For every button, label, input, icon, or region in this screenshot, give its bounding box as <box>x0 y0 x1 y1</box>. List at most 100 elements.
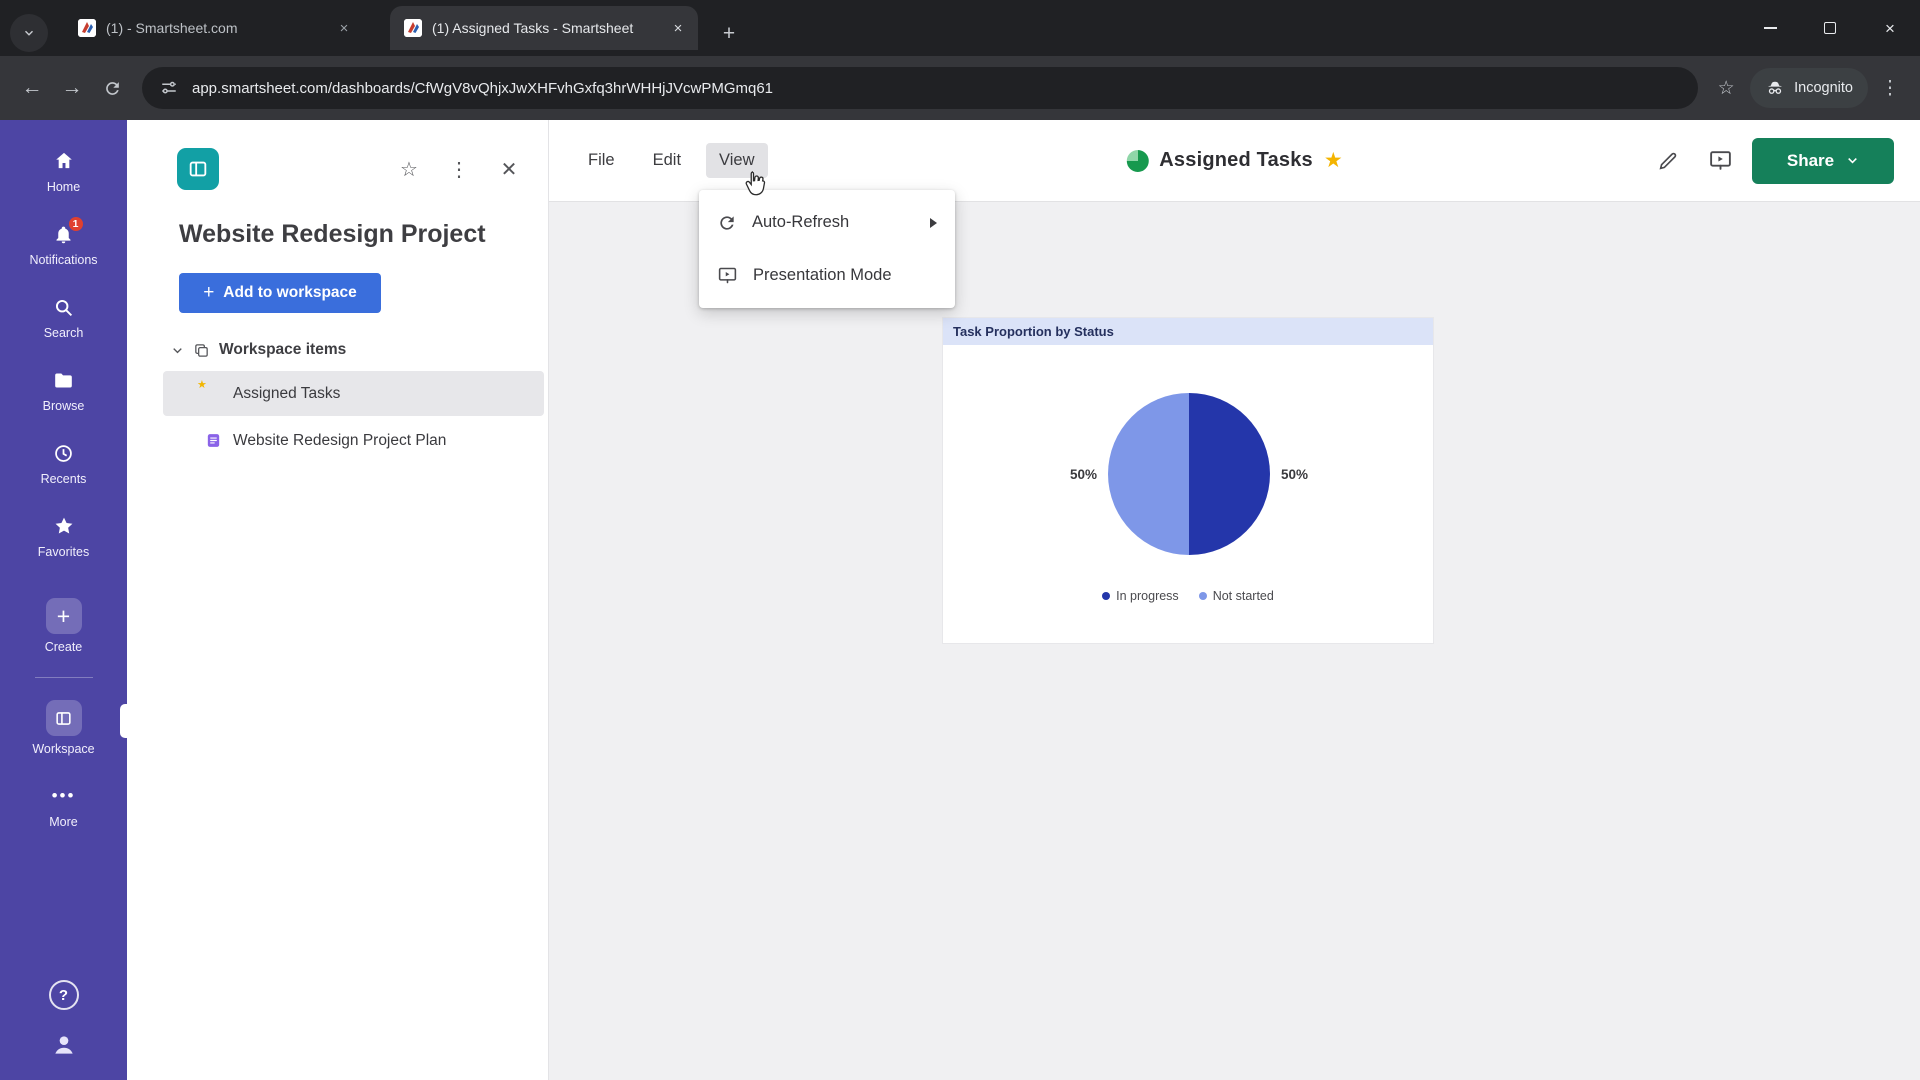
incognito-label: Incognito <box>1794 80 1853 96</box>
workspace-item-assigned-tasks[interactable]: ★ Assigned Tasks <box>163 371 544 416</box>
window-close-button[interactable]: × <box>1860 0 1920 56</box>
mouse-cursor <box>742 170 768 198</box>
sidebar-item-label: Search <box>44 326 84 340</box>
legend-item: In progress <box>1102 589 1179 603</box>
browser-tab-active[interactable]: (1) Assigned Tasks - Smartsheet × <box>390 6 698 50</box>
sidebar-item-label: Home <box>47 180 80 194</box>
share-button[interactable]: Share <box>1752 138 1894 184</box>
workspace-title: Website Redesign Project <box>127 190 548 249</box>
sidebar-item-create[interactable]: + Create <box>0 590 127 662</box>
rail-divider <box>35 677 93 678</box>
notification-badge: 1 <box>68 216 84 232</box>
sidebar-item-search[interactable]: Search <box>0 286 127 348</box>
dashboard-icon: ★ <box>205 385 222 402</box>
workspace-panel: ☆ ⋮ ✕ Website Redesign Project + Add to … <box>127 120 549 1080</box>
more-dots-icon: ••• <box>51 783 77 809</box>
sheet-icon <box>205 432 222 449</box>
workspace-items-section[interactable]: Workspace items <box>127 341 548 359</box>
workspace-items-label: Workspace items <box>219 341 346 359</box>
site-info-icon[interactable] <box>160 79 178 97</box>
menu-item-label: Presentation Mode <box>753 266 892 285</box>
stacked-items-icon <box>193 342 210 359</box>
presentation-icon <box>1708 148 1733 173</box>
incognito-badge: Incognito <box>1750 68 1868 108</box>
sidebar-item-label: Browse <box>43 399 85 413</box>
smartsheet-favicon-icon <box>78 19 96 37</box>
url-bar[interactable]: app.smartsheet.com/dashboards/CfWgV8vQhj… <box>142 67 1698 109</box>
reload-button[interactable] <box>92 68 132 108</box>
workspace-item-label: Website Redesign Project Plan <box>233 432 446 450</box>
clock-icon <box>51 440 77 466</box>
legend-dot-in-progress <box>1102 592 1110 600</box>
browser-menu-button[interactable]: ⋮ <box>1872 68 1908 108</box>
url-text: app.smartsheet.com/dashboards/CfWgV8vQhj… <box>192 80 773 97</box>
sidebar-item-home[interactable]: Home <box>0 140 127 202</box>
bookmark-star-button[interactable]: ☆ <box>1706 68 1746 108</box>
menubar: File Edit View <box>575 143 768 178</box>
star-icon <box>51 513 77 539</box>
sidebar-item-more[interactable]: ••• More <box>0 775 127 837</box>
tab-close-icon[interactable]: × <box>668 18 688 38</box>
menu-file[interactable]: File <box>575 143 628 178</box>
back-button[interactable]: ← <box>12 68 52 108</box>
favorited-star-icon[interactable]: ★ <box>1324 148 1343 173</box>
share-label: Share <box>1787 151 1834 171</box>
window-minimize-button[interactable] <box>1740 0 1800 56</box>
sidebar-item-label: Create <box>45 640 83 654</box>
workspace-item-project-plan[interactable]: Website Redesign Project Plan <box>163 418 544 463</box>
tab-title: (1) - Smartsheet.com <box>106 20 324 36</box>
dashboard-content: Task Proportion by Status 50% 50% In pro… <box>549 202 1920 1080</box>
workspace-icon <box>46 700 82 736</box>
edit-pencil-button[interactable] <box>1648 141 1688 181</box>
sidebar-item-label: Notifications <box>29 253 97 267</box>
sidebar-item-label: Workspace <box>32 742 94 756</box>
sidebar-item-label: Favorites <box>38 545 89 559</box>
new-tab-button[interactable]: + <box>712 17 746 51</box>
sidebar-item-label: Recents <box>41 472 87 486</box>
add-to-workspace-button[interactable]: + Add to workspace <box>179 273 381 313</box>
legend-label: In progress <box>1116 589 1179 603</box>
legend-item: Not started <box>1199 589 1274 603</box>
forward-button[interactable]: → <box>52 68 92 108</box>
maximize-icon <box>1824 22 1836 34</box>
browser-tab-inactive[interactable]: (1) - Smartsheet.com × <box>64 6 364 50</box>
home-icon <box>51 148 77 174</box>
search-icon <box>51 294 77 320</box>
close-icon: × <box>1885 20 1895 37</box>
minimize-icon <box>1764 27 1777 29</box>
browser-navbar: ← → app.smartsheet.com/dashboards/CfWgV8… <box>0 56 1920 120</box>
sidebar-item-browse[interactable]: Browse <box>0 359 127 421</box>
help-button[interactable]: ? <box>49 980 79 1010</box>
window-maximize-button[interactable] <box>1800 0 1860 56</box>
tab-close-icon[interactable]: × <box>334 18 354 38</box>
page-title: Assigned Tasks <box>1159 149 1313 172</box>
chart-legend: In progress Not started <box>943 589 1433 603</box>
legend-label: Not started <box>1213 589 1274 603</box>
sidebar-item-workspace[interactable]: Workspace <box>0 692 127 764</box>
menu-item-presentation-mode[interactable]: Presentation Mode <box>699 249 955 302</box>
panel-close-button[interactable]: ✕ <box>496 156 522 182</box>
pie-percent-label: 50% <box>1047 467 1097 482</box>
chart-widget[interactable]: Task Proportion by Status 50% 50% In pro… <box>943 318 1433 643</box>
view-dropdown-menu: Auto-Refresh Presentation Mode <box>699 190 955 308</box>
reload-icon <box>103 79 122 98</box>
sidebar-item-notifications[interactable]: 1 Notifications <box>0 213 127 275</box>
sidebar-item-recents[interactable]: Recents <box>0 432 127 494</box>
menu-item-auto-refresh[interactable]: Auto-Refresh <box>699 196 955 249</box>
add-to-workspace-label: Add to workspace <box>223 284 357 302</box>
smartsheet-favicon-icon <box>404 19 422 37</box>
incognito-icon <box>1765 78 1785 98</box>
dashboard-main: File Edit View Assigned Tasks ★ Share <box>549 120 1920 1080</box>
presentation-icon <box>717 265 738 286</box>
pie-percent-label: 50% <box>1281 467 1308 482</box>
menu-edit[interactable]: Edit <box>640 143 694 178</box>
sidebar-item-favorites[interactable]: Favorites <box>0 505 127 567</box>
account-icon[interactable] <box>51 1032 77 1058</box>
favorite-star-button[interactable]: ☆ <box>396 156 422 182</box>
browser-titlebar: (1) - Smartsheet.com × (1) Assigned Task… <box>0 0 1920 56</box>
pie-chart <box>1108 393 1270 555</box>
tab-search-button[interactable] <box>10 14 48 52</box>
dashboard-icon <box>1126 150 1148 172</box>
panel-kebab-button[interactable]: ⋮ <box>446 156 472 182</box>
presentation-mode-button[interactable] <box>1700 141 1740 181</box>
